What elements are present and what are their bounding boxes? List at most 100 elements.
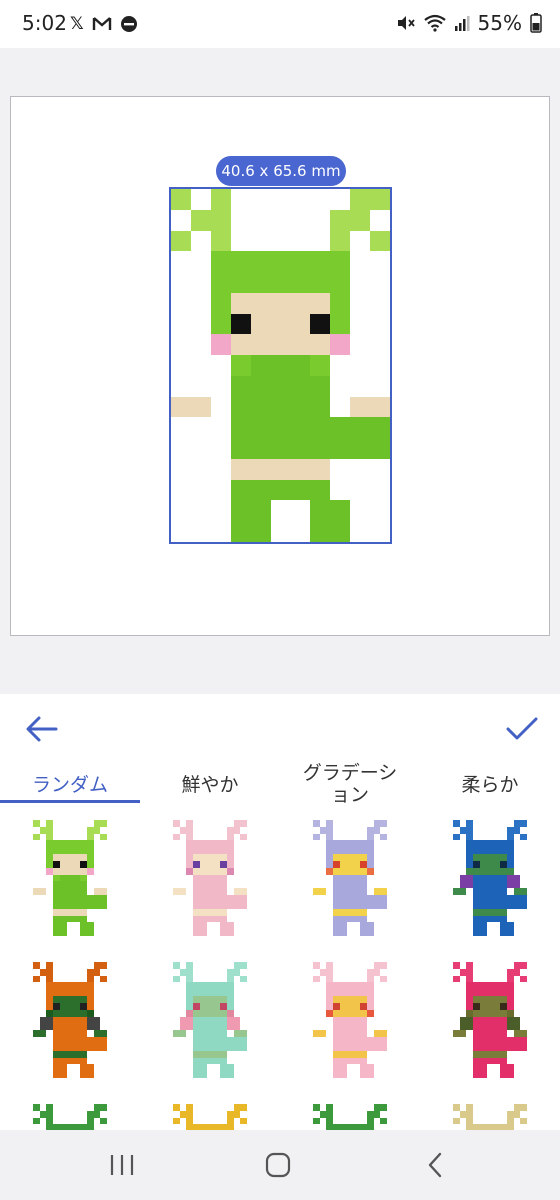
- variation-thumbnail[interactable]: [140, 1094, 280, 1130]
- stitch-cell: [220, 996, 227, 1003]
- tab-vivid[interactable]: 鮮やか: [140, 760, 280, 804]
- stitch-cell: [220, 847, 227, 855]
- stitch-cell: [466, 820, 474, 827]
- stitch-cell: [173, 820, 180, 827]
- stitch-cell: [466, 874, 474, 882]
- stitch-cell: [520, 916, 527, 923]
- stitch-cell: [233, 826, 241, 834]
- stitch-cell: [220, 840, 227, 848]
- stitch-cell: [513, 901, 521, 909]
- stitch-cell: [80, 1023, 87, 1031]
- stitch-cell: [186, 996, 194, 1003]
- stitch-cell: [513, 826, 521, 834]
- tab-gradation[interactable]: グラデーシ ョン: [280, 760, 420, 806]
- stitch-cell: [366, 968, 374, 976]
- stitch-cell: [207, 834, 214, 841]
- stitch-cell: [473, 840, 480, 848]
- variation-thumbnail[interactable]: [0, 810, 140, 950]
- stitch-cell: [520, 1023, 527, 1030]
- stitch-cell: [60, 834, 67, 841]
- stitch-cell: [206, 1037, 214, 1044]
- stitch-cell: [506, 860, 514, 868]
- stitch-cell: [487, 1104, 494, 1111]
- variation-thumbnail[interactable]: [0, 952, 140, 1092]
- stitch-cell: [40, 1037, 47, 1044]
- variation-thumbnail[interactable]: [0, 1094, 140, 1130]
- back-chevron-icon[interactable]: [416, 1148, 456, 1182]
- design-preview[interactable]: [171, 189, 390, 542]
- stitch-cell: [506, 1037, 514, 1044]
- stitch-cell: [234, 1051, 241, 1058]
- stitch-cell: [179, 1110, 187, 1118]
- stitch-cell: [506, 901, 514, 909]
- stitch-cell: [514, 1071, 521, 1078]
- stitch-cell: [66, 915, 74, 923]
- stitch-cell: [59, 854, 67, 861]
- stitch-cell: [206, 895, 214, 902]
- variation-thumbnail[interactable]: [420, 952, 560, 1092]
- stitch-cell: [466, 1002, 474, 1010]
- stitch-cell: [46, 929, 53, 936]
- stitch-cell: [207, 962, 214, 969]
- stitch-cell: [330, 438, 351, 459]
- stitch-cell: [94, 916, 101, 923]
- stitch-cell: [514, 916, 521, 923]
- stitch-cell: [353, 820, 360, 827]
- stitch-cell: [240, 854, 247, 861]
- home-icon[interactable]: [258, 1148, 298, 1182]
- stitch-cell: [520, 1064, 527, 1071]
- stitch-cell: [53, 820, 60, 827]
- stitch-cell: [353, 969, 360, 976]
- stitch-cell: [199, 922, 207, 930]
- stitch-cell: [330, 230, 351, 252]
- stitch-cell: [310, 231, 330, 252]
- arrow-left-icon[interactable]: [24, 714, 60, 744]
- stitch-cell: [240, 833, 247, 841]
- stitch-cell: [53, 888, 60, 896]
- stitch-cell: [333, 860, 340, 868]
- stitch-cell: [350, 417, 371, 439]
- stitch-cell: [213, 854, 221, 861]
- variation-thumbnail[interactable]: [420, 810, 560, 950]
- tab-random[interactable]: ランダム: [0, 760, 140, 804]
- stitch-cell: [73, 1009, 81, 1017]
- stitch-cell: [199, 908, 207, 916]
- stitch-cell: [353, 1104, 360, 1111]
- stitch-cell: [230, 458, 251, 480]
- stitch-cell: [213, 881, 221, 889]
- stitch-cell: [366, 874, 374, 882]
- variation-thumbnail[interactable]: [280, 952, 420, 1092]
- stitch-cell: [240, 1071, 247, 1078]
- stitch-cell: [240, 1117, 247, 1125]
- stitch-cell: [94, 854, 101, 861]
- stitch-cell: [380, 996, 387, 1003]
- stitch-cell: [350, 272, 370, 293]
- stitch-cell: [453, 881, 460, 888]
- stitch-cell: [186, 860, 194, 868]
- stitch-cell: [173, 888, 180, 896]
- stitch-cell: [250, 313, 271, 335]
- checkmark-icon[interactable]: [504, 714, 540, 744]
- recents-icon[interactable]: [102, 1148, 142, 1182]
- stitch-cell: [493, 834, 500, 841]
- stitch-cell: [66, 1002, 74, 1010]
- stitch-cell: [270, 417, 291, 439]
- variation-thumbnail[interactable]: [420, 1094, 560, 1130]
- variation-thumbnail[interactable]: [280, 1094, 420, 1130]
- stitch-cell: [493, 922, 500, 929]
- stitch-cell: [326, 1104, 334, 1111]
- stitch-cell: [333, 834, 340, 841]
- stitch-cell: [320, 1118, 327, 1125]
- variation-thumbnail[interactable]: [140, 810, 280, 950]
- stitch-cell: [46, 962, 54, 969]
- stitch-cell: [366, 895, 374, 902]
- variation-thumbnail[interactable]: [280, 810, 420, 950]
- stitch-cell: [94, 1071, 101, 1078]
- stitch-cell: [240, 901, 247, 909]
- tab-soft[interactable]: 柔らか: [420, 760, 560, 804]
- stitch-cell: [40, 861, 47, 868]
- embroidery-canvas[interactable]: 40.6 x 65.6 mm: [10, 96, 550, 636]
- variation-thumbnail[interactable]: [140, 952, 280, 1092]
- stitch-cell: [213, 847, 221, 855]
- stitch-cell: [479, 840, 487, 848]
